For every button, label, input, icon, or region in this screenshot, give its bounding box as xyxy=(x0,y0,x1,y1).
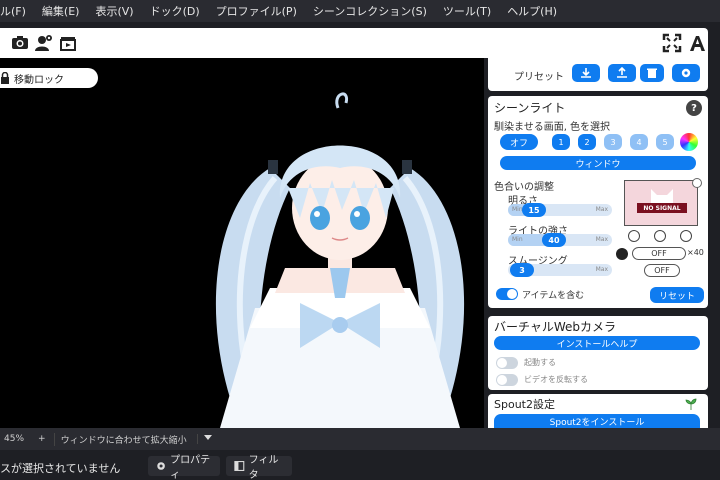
intensity-value[interactable]: 40 xyxy=(542,233,566,247)
install-help-button[interactable]: インストールヘルプ xyxy=(494,336,700,350)
caret-down-icon[interactable] xyxy=(196,434,212,444)
filter-icon xyxy=(234,461,245,471)
screen-4-button[interactable]: 4 xyxy=(630,134,648,150)
scene-light-title: シーンライト xyxy=(494,101,566,115)
help-icon[interactable]: ? xyxy=(686,100,702,116)
move-lock-toggle[interactable]: 移動ロック xyxy=(0,68,98,88)
bottom-bar: スが選択されていません プロパティ フィルタ xyxy=(0,450,720,480)
off-toggle-b[interactable]: OFF xyxy=(644,264,680,277)
move-lock-label: 移動ロック xyxy=(14,74,64,86)
download-icon xyxy=(581,68,591,78)
gear-icon xyxy=(157,462,165,470)
screen-3-button[interactable]: 3 xyxy=(604,134,622,150)
screen-2-button[interactable]: 2 xyxy=(578,134,596,150)
brightness-slider[interactable]: Min 15 Max xyxy=(508,203,612,217)
spout-install-button[interactable]: Spout2をインストール xyxy=(494,414,700,428)
avatar-character xyxy=(215,92,465,428)
reset-button[interactable]: リセット xyxy=(650,287,704,303)
webcam-card: バーチャルWebカメラ インストールヘルプ 起動する ビデオを反転する xyxy=(488,316,708,390)
preset-card: プリセット xyxy=(488,58,708,91)
menu-dock[interactable]: ドック(D) xyxy=(142,3,208,19)
screen-1-button[interactable]: 1 xyxy=(552,134,570,150)
lock-icon xyxy=(0,71,10,87)
font-a-icon[interactable] xyxy=(688,33,708,53)
point-circle-1[interactable] xyxy=(628,230,640,242)
sprout-icon xyxy=(685,398,697,410)
off-toggle-a[interactable]: OFF xyxy=(632,247,686,260)
flip-video-toggle[interactable] xyxy=(496,374,518,386)
properties-label: プロパティ xyxy=(170,455,211,480)
spout-title: Spout2設定 xyxy=(494,398,555,411)
brightness-value[interactable]: 15 xyxy=(522,203,546,217)
preset-delete-button[interactable] xyxy=(640,64,664,82)
trash-icon xyxy=(647,68,657,78)
start-label: 起動する xyxy=(524,358,556,367)
include-items-label: アイテムを含む xyxy=(522,291,585,301)
menu-edit[interactable]: 編集(E) xyxy=(34,3,88,19)
status-bar: 45% + ウィンドウに合わせて拡大縮小 xyxy=(0,428,720,450)
include-items-toggle[interactable] xyxy=(496,288,518,300)
intensity-slider[interactable]: Min 40 Max xyxy=(508,233,612,247)
preview-handle[interactable] xyxy=(692,178,702,188)
no-source-selected-label: スが選択されていません xyxy=(0,462,121,475)
point-circle-3[interactable] xyxy=(680,230,692,242)
upload-icon xyxy=(617,67,627,78)
multiplier-label: ×40 xyxy=(687,248,704,257)
light-off-button[interactable]: オフ xyxy=(500,134,538,150)
flip-video-label: ビデオを反転する xyxy=(524,375,588,384)
start-toggle[interactable] xyxy=(496,357,518,369)
no-signal-label: NO SIGNAL xyxy=(637,203,687,213)
menu-tools[interactable]: ツール(T) xyxy=(435,3,499,19)
menu-profile[interactable]: プロファイル(P) xyxy=(208,3,305,19)
screen-preview[interactable]: NO SIGNAL xyxy=(624,180,698,226)
properties-button[interactable]: プロパティ xyxy=(148,455,220,480)
preset-export-button[interactable] xyxy=(608,64,636,82)
menu-help[interactable]: ヘルプ(H) xyxy=(499,3,565,19)
right-panel: プリセット シーンライト ? 馴染ませる画面, 色を選択 オフ 1 2 3 4 xyxy=(484,58,720,428)
preset-settings-button[interactable] xyxy=(672,64,700,82)
point-circle-2[interactable] xyxy=(654,230,666,242)
color-swatch[interactable] xyxy=(616,248,628,260)
gear-icon xyxy=(681,68,691,78)
adjust-label: 色合いの調整 xyxy=(494,182,554,193)
spout-card: Spout2設定 Spout2をインストール xyxy=(488,394,708,428)
zoom-level[interactable]: 45% xyxy=(4,434,24,444)
preset-save-button[interactable] xyxy=(572,64,600,82)
fit-window-label[interactable]: ウィンドウに合わせて拡大縮小 xyxy=(53,432,187,446)
filters-label: フィルタ xyxy=(248,455,279,480)
window-button[interactable]: ウィンドウ xyxy=(500,156,696,170)
scene-light-card: シーンライト ? 馴染ませる画面, 色を選択 オフ 1 2 3 4 5 ウィンド… xyxy=(488,96,708,308)
menu-view[interactable]: 表示(V) xyxy=(87,3,141,19)
toolbar xyxy=(0,28,708,58)
screen-5-button[interactable]: 5 xyxy=(656,134,674,150)
color-wheel-icon[interactable] xyxy=(680,133,698,151)
webcam-title: バーチャルWebカメラ xyxy=(494,320,617,334)
menu-bar: ル(F) 編集(E) 表示(V) ドック(D) プロファイル(P) シーンコレク… xyxy=(0,0,720,22)
menu-file[interactable]: ル(F) xyxy=(0,3,34,19)
fullscreen-icon[interactable] xyxy=(662,33,682,53)
clapperboard-icon[interactable] xyxy=(58,33,78,53)
menu-scene-collection[interactable]: シーンコレクション(S) xyxy=(305,3,435,19)
user-settings-icon[interactable] xyxy=(34,33,54,53)
preset-label: プリセット xyxy=(514,72,564,83)
camera-icon[interactable] xyxy=(10,33,30,53)
smoothing-slider[interactable]: 3 Max xyxy=(508,263,612,277)
filters-button[interactable]: フィルタ xyxy=(226,455,292,480)
zoom-in-button[interactable]: + xyxy=(38,434,46,444)
select-screen-label: 馴染ませる画面, 色を選択 xyxy=(494,122,611,133)
smoothing-value[interactable]: 3 xyxy=(510,263,534,277)
app-window: ル(F) 編集(E) 表示(V) ドック(D) プロファイル(P) シーンコレク… xyxy=(0,0,720,480)
preview-viewport[interactable]: 移動ロック xyxy=(0,58,484,428)
